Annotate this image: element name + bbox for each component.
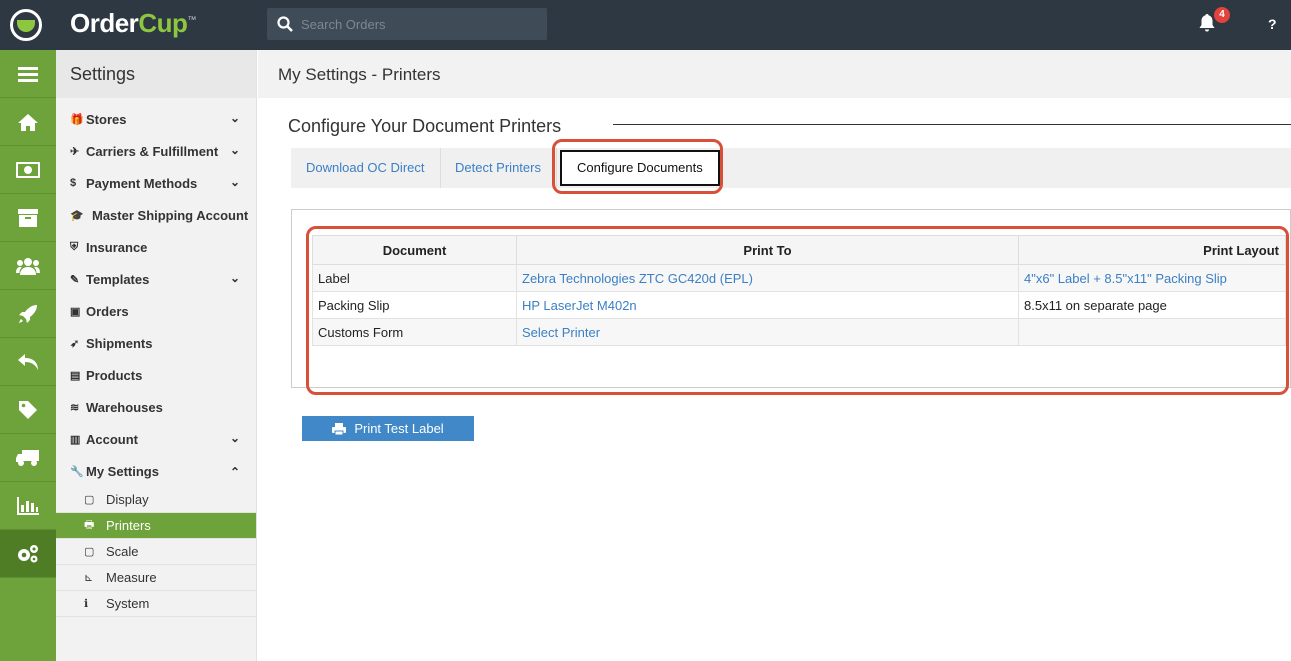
truck-icon[interactable] <box>0 434 56 482</box>
section-title: Configure Your Document Printers <box>288 116 562 136</box>
chevron-down-icon[interactable]: ⌄ <box>230 175 240 189</box>
printer-tabs: Download OC Direct Detect Printers Confi… <box>291 148 1291 188</box>
gears-icon[interactable] <box>0 530 56 578</box>
print-icon <box>332 422 347 435</box>
top-bar: OrderCup™ 4 ? <box>0 0 1291 50</box>
print-test-label-button[interactable]: Print Test Label <box>302 416 474 441</box>
search-icon <box>277 16 293 32</box>
nav-label: Master Shipping Account <box>92 207 249 223</box>
square-icon: ▢ <box>84 546 95 558</box>
users-icon[interactable] <box>0 242 56 290</box>
nav-item-shipments[interactable]: ➶ Shipments <box>56 327 256 359</box>
page-title: My Settings - Printers <box>278 65 441 84</box>
nav-label: Payment Methods <box>86 175 198 191</box>
nav-item-warehouses[interactable]: ≋ Warehouses <box>56 391 256 423</box>
print-icon: 🖶 <box>84 519 95 531</box>
money-icon: ▣ <box>70 305 81 318</box>
page-header: My Settings - Printers <box>242 50 1291 98</box>
print-test-label-text: Print Test Label <box>354 421 444 436</box>
notification-badge: 4 <box>1214 7 1230 23</box>
table-highlight <box>306 226 1289 395</box>
sub-label: Display <box>106 492 149 507</box>
nav-item-my-settings[interactable]: 🔧 My Settings ⌃ <box>56 455 256 487</box>
nav-item-master-shipping[interactable]: 🎓 Master Shipping Account <box>56 199 256 231</box>
chevron-down-icon[interactable]: ⌄ <box>230 431 240 445</box>
nav-label: My Settings <box>86 463 159 479</box>
chevron-down-icon[interactable]: ⌄ <box>230 143 240 157</box>
brand-secondary: Cup <box>138 8 188 38</box>
icon-rail <box>0 50 56 661</box>
sub-label: Measure <box>106 570 157 585</box>
wrench-icon: 🔧 <box>70 465 84 478</box>
sub-item-display[interactable]: ▢ Display <box>56 487 256 513</box>
nav-label: Carriers & Fulfillment <box>86 143 219 159</box>
sub-item-printers[interactable]: 🖶 Printers <box>56 513 256 539</box>
settings-nav: 🎁 Stores ⌄ ✈ Carriers & Fulfillment ⌄ $ Payme… <box>56 98 256 617</box>
archive-icon[interactable] <box>0 194 56 242</box>
sub-label: Scale <box>106 544 139 559</box>
rocket-icon: ➶ <box>70 337 80 350</box>
nav-item-products[interactable]: ▤ Products <box>56 359 256 391</box>
nav-label: Stores <box>86 111 127 127</box>
rocket-icon[interactable] <box>0 290 56 338</box>
database-icon: ≋ <box>70 401 80 414</box>
home-icon[interactable] <box>0 98 56 146</box>
sub-label: System <box>106 596 150 611</box>
sub-item-scale[interactable]: ▢ Scale <box>56 539 256 565</box>
gift-icon: 🎁 <box>70 113 84 126</box>
square-icon: ▢ <box>84 494 95 506</box>
trademark: ™ <box>187 14 196 25</box>
menu-icon[interactable] <box>0 50 56 98</box>
money-icon[interactable] <box>0 146 56 194</box>
settings-title: Settings <box>56 50 256 98</box>
nav-label: Templates <box>86 271 150 287</box>
nav-item-insurance[interactable]: ⛨ Insurance <box>56 231 256 263</box>
nav-label: Products <box>86 367 143 383</box>
shield-icon: ⛨ <box>70 240 79 253</box>
sub-item-system[interactable]: ℹ System <box>56 591 256 617</box>
help-icon[interactable]: ? <box>1268 16 1277 32</box>
nav-item-carriers[interactable]: ✈ Carriers & Fulfillment ⌄ <box>56 135 256 167</box>
nav-label: Warehouses <box>86 399 163 415</box>
nav-label: Shipments <box>86 335 153 351</box>
nav-item-account[interactable]: ▥ Account ⌄ <box>56 423 256 455</box>
dollar-icon: $ <box>70 177 77 189</box>
nav-label: Account <box>86 431 138 447</box>
edit-icon: ✎ <box>70 273 80 286</box>
search-bar <box>267 8 547 40</box>
nav-item-stores[interactable]: 🎁 Stores ⌄ <box>56 103 256 135</box>
chevron-up-icon[interactable]: ⌃ <box>230 465 240 479</box>
nav-item-payment-methods[interactable]: $ Payment Methods ⌄ <box>56 167 256 199</box>
ruler-icon: ⊾ <box>84 572 94 584</box>
nav-item-orders[interactable]: ▣ Orders <box>56 295 256 327</box>
reply-icon[interactable] <box>0 338 56 386</box>
search-input[interactable] <box>301 16 531 32</box>
brand-primary: Order <box>70 8 139 38</box>
chevron-down-icon[interactable]: ⌄ <box>230 111 240 125</box>
section-divider <box>613 124 1291 125</box>
sub-item-measure[interactable]: ⊾ Measure <box>56 565 256 591</box>
tag-icon[interactable] <box>0 386 56 434</box>
tab-highlight <box>552 139 723 194</box>
nav-item-templates[interactable]: ✎ Templates ⌄ <box>56 263 256 295</box>
plane-icon: ✈ <box>70 145 80 158</box>
graduation-icon: 🎓 <box>70 209 84 222</box>
bell-icon[interactable] <box>1199 14 1215 32</box>
nav-label: Orders <box>86 303 129 319</box>
briefcase-icon: ▥ <box>70 433 81 446</box>
settings-panel: Settings 🎁 Stores ⌄ ✈ Carriers & Fulfillmen… <box>56 50 257 661</box>
info-icon: ℹ <box>84 598 89 610</box>
ordercup-logo-icon[interactable] <box>10 9 42 41</box>
brand-name[interactable]: OrderCup™ <box>70 8 196 39</box>
chevron-down-icon[interactable]: ⌄ <box>230 271 240 285</box>
chart-icon[interactable] <box>0 482 56 530</box>
tab-download-oc-direct[interactable]: Download OC Direct <box>291 148 441 188</box>
header-arrow <box>242 50 256 98</box>
tab-detect-printers[interactable]: Detect Printers <box>440 148 557 188</box>
archive-icon: ▤ <box>70 369 81 382</box>
sub-label: Printers <box>106 518 151 533</box>
nav-label: Insurance <box>86 239 148 255</box>
